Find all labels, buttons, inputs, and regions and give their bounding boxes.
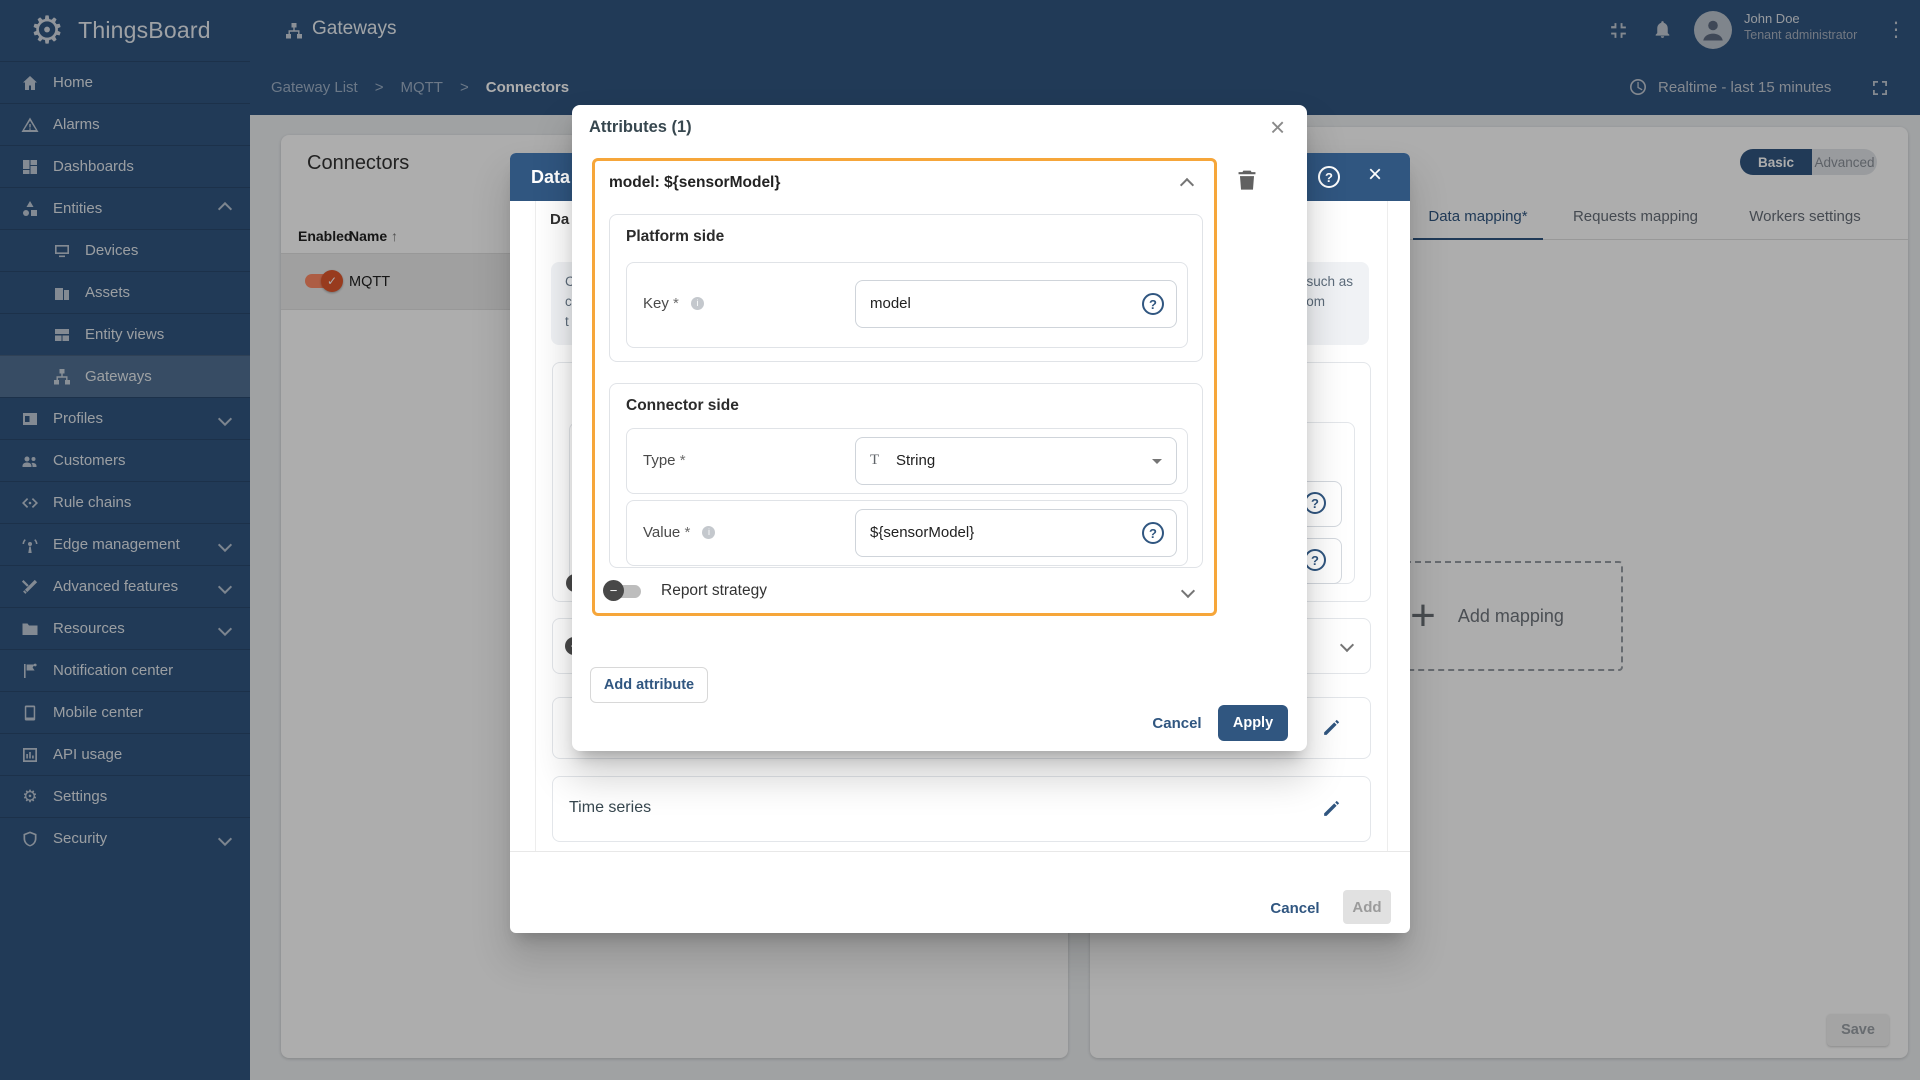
key-value: model bbox=[870, 295, 911, 312]
divider bbox=[535, 201, 536, 851]
help-icon[interactable]: ? bbox=[1318, 166, 1340, 188]
platform-side-section: Platform side Key * i model ? bbox=[609, 214, 1203, 362]
value-value: ${sensorModel} bbox=[870, 524, 975, 541]
thingsboard-app: Gateways John Doe Tenant administrator ⋮… bbox=[0, 0, 1920, 1080]
chevron-down-icon bbox=[1339, 637, 1355, 653]
value-row: Value * i ${sensorModel} ? bbox=[626, 500, 1188, 566]
type-select[interactable]: T String bbox=[855, 437, 1177, 485]
chevron-down-icon bbox=[1180, 583, 1196, 599]
info-text: c bbox=[565, 294, 572, 309]
close-icon[interactable]: × bbox=[1270, 112, 1285, 143]
report-strategy-row: − Report strategy bbox=[603, 573, 1205, 613]
time-series-row: Time series bbox=[552, 776, 1371, 842]
type-label: Type * bbox=[643, 452, 686, 469]
value-input[interactable]: ${sensorModel} ? bbox=[855, 509, 1177, 557]
trash-icon[interactable] bbox=[1234, 167, 1260, 193]
required-marker: * bbox=[684, 524, 691, 541]
key-row: Key * i model ? bbox=[626, 262, 1188, 348]
info-icon[interactable]: i bbox=[702, 526, 716, 539]
time-series-label: Time series bbox=[569, 799, 652, 816]
info-text: such as bbox=[1306, 274, 1353, 289]
dialog-title: Data bbox=[531, 166, 571, 187]
type-row: Type * T String bbox=[626, 428, 1188, 494]
edit-pencil-icon[interactable] bbox=[1321, 798, 1342, 819]
toggle-knob-minus-icon: − bbox=[603, 580, 624, 601]
section-label-fragment: Da bbox=[550, 211, 570, 228]
attribute-panel: model: ${sensorModel} Platform side Key … bbox=[592, 158, 1217, 616]
help-icon[interactable]: ? bbox=[1142, 293, 1164, 315]
platform-side-title: Platform side bbox=[626, 228, 725, 245]
connector-side-title: Connector side bbox=[626, 397, 739, 414]
info-text: t bbox=[565, 314, 569, 329]
value-label-text: Value bbox=[643, 524, 681, 541]
help-icon[interactable]: ? bbox=[1304, 549, 1326, 571]
attribute-header-label: model: ${sensorModel} bbox=[609, 174, 781, 191]
chevron-up-icon bbox=[1179, 177, 1195, 193]
required-marker: * bbox=[679, 452, 686, 469]
modal-apply-button[interactable]: Apply bbox=[1218, 705, 1288, 741]
key-label: Key * i bbox=[643, 295, 705, 312]
info-icon[interactable]: i bbox=[691, 297, 705, 310]
report-strategy-toggle[interactable]: − bbox=[603, 580, 643, 601]
key-input[interactable]: model ? bbox=[855, 280, 1177, 328]
type-value: String bbox=[896, 452, 936, 469]
required-marker: * bbox=[673, 295, 679, 312]
report-strategy-label: Report strategy bbox=[661, 582, 767, 599]
dialog-add-button[interactable]: Add bbox=[1343, 890, 1391, 924]
type-prefix-icon: T bbox=[870, 452, 880, 468]
value-label: Value * i bbox=[643, 524, 716, 541]
dropdown-caret-icon bbox=[1152, 459, 1162, 464]
modal-title: Attributes (1) bbox=[589, 118, 692, 136]
help-icon[interactable]: ? bbox=[1142, 522, 1164, 544]
type-label-text: Type bbox=[643, 452, 676, 469]
divider bbox=[1387, 201, 1388, 851]
close-icon[interactable]: × bbox=[1368, 163, 1382, 187]
add-attribute-button[interactable]: Add attribute bbox=[590, 667, 708, 703]
edit-pencil-icon[interactable] bbox=[1321, 717, 1342, 738]
key-label-text: Key bbox=[643, 295, 669, 312]
connector-side-section: Connector side Type * T String Value * i… bbox=[609, 383, 1203, 568]
modal-cancel-button[interactable]: Cancel bbox=[1147, 708, 1207, 738]
help-icon[interactable]: ? bbox=[1304, 492, 1326, 514]
attributes-modal: Attributes (1) × model: ${sensorModel} P… bbox=[572, 105, 1307, 751]
dialog-cancel-button[interactable]: Cancel bbox=[1265, 893, 1325, 923]
divider bbox=[510, 851, 1410, 852]
attribute-header-row[interactable]: model: ${sensorModel} bbox=[595, 161, 1214, 205]
